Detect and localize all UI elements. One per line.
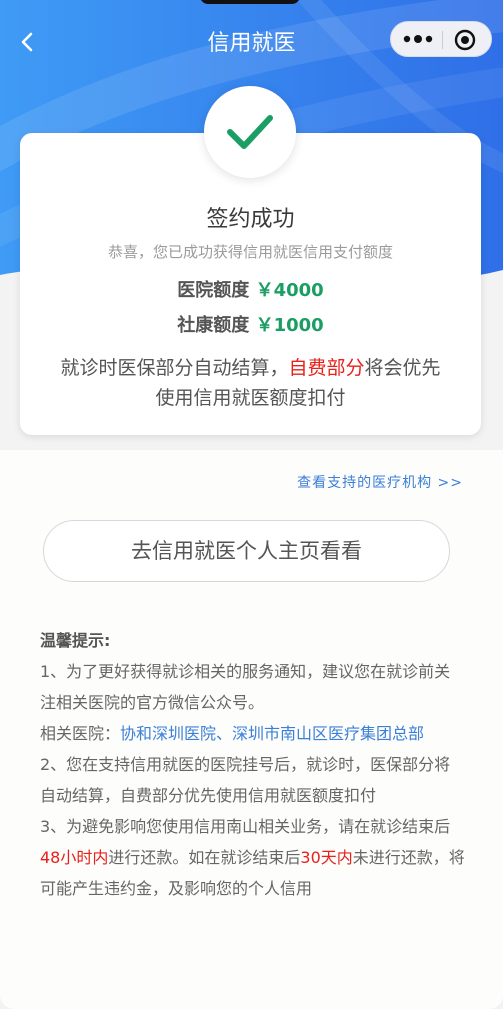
check-icon <box>227 115 273 149</box>
camera-notch <box>200 0 300 4</box>
related-hospitals: 相关医院：协和深圳医院、深圳市南山区医疗集团总部 <box>40 724 425 743</box>
success-check-badge <box>204 86 296 178</box>
hospital-quota: 医院额度 ￥4000 <box>20 276 481 302</box>
repay-30d: 30天内 <box>300 848 353 867</box>
related-hospitals-link[interactable]: 协和深圳医院、深圳市南山区医疗集团总部 <box>120 724 424 743</box>
capsule-divider <box>442 31 443 49</box>
community-quota-label: 社康额度 <box>177 315 250 336</box>
hospital-quota-label: 医院额度 <box>177 280 250 301</box>
page: 信用就医 签约成功 恭喜，您已成功获得信用就医信用支付额度 医院额度 ￥4000… <box>0 0 503 1009</box>
repay-48h: 48小时内 <box>40 848 109 867</box>
settlement-description: 就诊时医保部分自动结算，自费部分将会优先使用信用就医额度扣付 <box>60 357 441 409</box>
tips-section: 温馨提示: 1、为了更好获得就诊相关的服务通知，建议您在就诊前关注相关医院的官方… <box>40 625 465 904</box>
close-mini-program-button[interactable] <box>453 28 477 52</box>
self-pay-highlight: 自费部分 <box>288 357 365 379</box>
tip-item-2: 2、您在支持信用就医的医院挂号后，就诊时，医保部分将自动结算，自费部分优先使用信… <box>40 755 451 805</box>
mini-program-capsule <box>390 21 492 57</box>
target-icon <box>454 29 476 51</box>
tips-heading: 温馨提示: <box>40 631 111 650</box>
success-title: 签约成功 <box>206 207 295 232</box>
supported-institutions-link[interactable]: 查看支持的医疗机构 >> <box>297 472 463 492</box>
community-quota-amount: ￥1000 <box>255 315 324 336</box>
more-button[interactable] <box>401 29 437 49</box>
hospital-quota-amount: ￥4000 <box>255 280 324 301</box>
personal-home-button[interactable]: 去信用就医个人主页看看 <box>43 520 450 582</box>
success-card: 签约成功 恭喜，您已成功获得信用就医信用支付额度 医院额度 ￥4000 社康额度… <box>20 133 481 435</box>
success-subtitle: 恭喜，您已成功获得信用就医信用支付额度 <box>107 243 393 261</box>
tip-item-3: 3、为避免影响您使用信用南山相关业务，请在就诊结束后48小时内进行还款。如在就诊… <box>40 817 465 898</box>
tip-item-1: 1、为了更好获得就诊相关的服务通知，建议您在就诊前关注相关医院的官方微信公众号。 <box>40 662 451 712</box>
community-quota: 社康额度 ￥1000 <box>20 311 481 337</box>
more-icon <box>403 35 433 43</box>
